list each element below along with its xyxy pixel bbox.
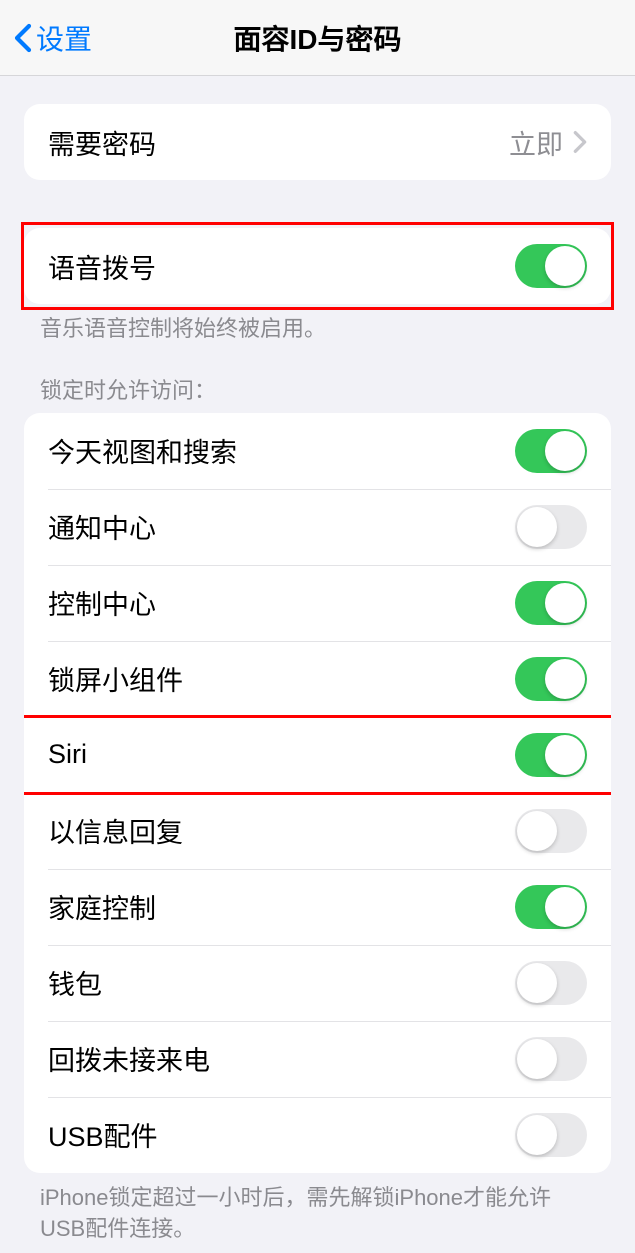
require-passcode-group: 需要密码 立即 [24,104,611,180]
toggle-knob [545,583,585,623]
lock-access-toggle[interactable] [515,961,587,1005]
voice-dial-toggle[interactable] [515,244,587,288]
toggle-knob [545,887,585,927]
lock-access-toggle[interactable] [515,1113,587,1157]
lock-access-label: USB配件 [48,1115,158,1154]
back-label: 设置 [36,18,92,58]
lock-access-row: USB配件 [24,1097,611,1173]
lock-access-row: 锁屏小组件 [24,641,611,717]
lock-access-row: 回拨未接来电 [24,1021,611,1097]
require-passcode-label: 需要密码 [48,123,156,162]
toggle-knob [517,1115,557,1155]
lock-access-label: 家庭控制 [48,887,156,926]
voice-dial-label: 语音拨号 [48,247,156,286]
lock-access-toggle[interactable] [515,657,587,701]
lock-access-toggle[interactable] [515,581,587,625]
lock-access-label: 钱包 [48,963,102,1002]
lock-access-row: 通知中心 [24,489,611,565]
toggle-knob [545,735,585,775]
lock-access-row: 今天视图和搜索 [24,413,611,489]
toggle-knob [545,431,585,471]
toggle-knob [545,246,585,286]
lock-access-label: 通知中心 [48,507,156,546]
lock-access-row: 以信息回复 [24,793,611,869]
lock-access-toggle[interactable] [515,429,587,473]
lock-access-row: 钱包 [24,945,611,1021]
lock-access-footer: iPhone锁定超过一小时后，需先解锁iPhone才能允许USB配件连接。 [40,1183,595,1245]
lock-access-label: 以信息回复 [48,811,183,850]
page-title: 面容ID与密码 [233,18,401,58]
lock-access-header: 锁定时允许访问： [40,373,595,405]
require-passcode-row[interactable]: 需要密码 立即 [24,104,611,180]
voice-dial-footer: 音乐语音控制将始终被启用。 [40,314,595,345]
lock-access-label: Siri [48,739,87,770]
lock-access-row: Siri [24,717,611,793]
lock-access-row: 家庭控制 [24,869,611,945]
toggle-knob [517,811,557,851]
toggle-knob [517,963,557,1003]
lock-access-toggle[interactable] [515,505,587,549]
lock-access-group: 今天视图和搜索通知中心控制中心锁屏小组件 Siri 以信息回复家庭控制钱包回拨未接来… [24,413,611,1173]
toggle-knob [517,1039,557,1079]
back-button[interactable]: 设置 [0,18,92,58]
require-passcode-value: 立即 [509,123,563,162]
toggle-knob [545,659,585,699]
lock-access-label: 回拨未接来电 [48,1039,210,1078]
lock-access-toggle[interactable] [515,809,587,853]
lock-access-row: 控制中心 [24,565,611,641]
lock-access-toggle[interactable] [515,733,587,777]
voice-dial-group: 语音拨号 [24,228,611,304]
lock-access-toggle[interactable] [515,1037,587,1081]
lock-access-label: 锁屏小组件 [48,659,183,698]
toggle-knob [517,507,557,547]
lock-access-toggle[interactable] [515,885,587,929]
lock-access-label: 控制中心 [48,583,156,622]
navigation-bar: 设置 面容ID与密码 [0,0,635,76]
chevron-left-icon [10,18,36,58]
lock-access-label: 今天视图和搜索 [48,431,237,470]
chevron-right-icon [573,130,587,154]
voice-dial-row: 语音拨号 [24,228,611,304]
